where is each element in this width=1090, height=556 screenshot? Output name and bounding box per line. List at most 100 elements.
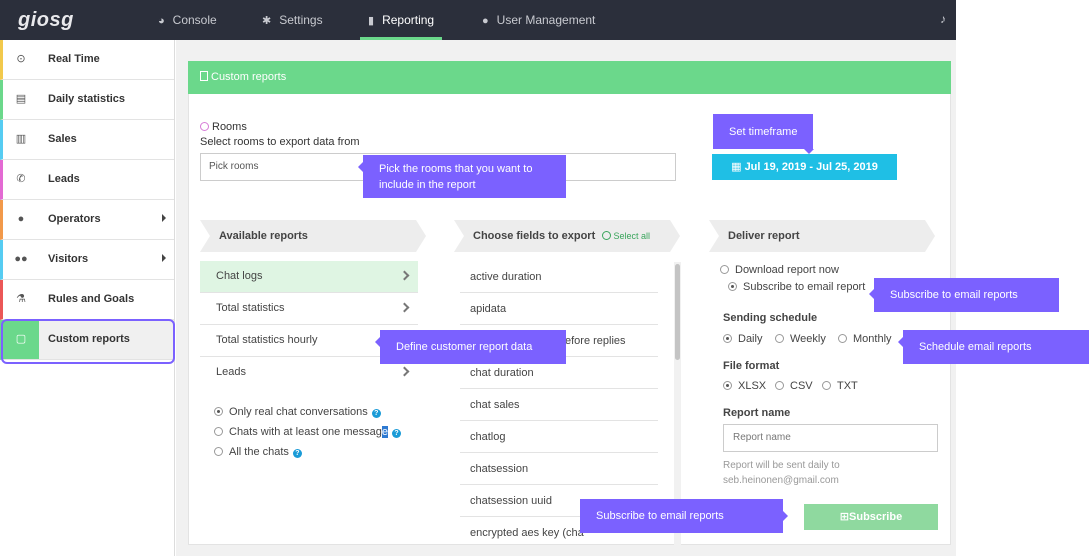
field-item[interactable]: chatsession: [460, 453, 658, 485]
select-all-label: Select all: [613, 231, 650, 241]
download-now-option[interactable]: Download report now: [720, 264, 839, 276]
schedule-weekly-label: Weekly: [790, 333, 826, 345]
report-name-label: Report name: [723, 407, 791, 419]
sidebar-item-rules-and-goals[interactable]: ⚗ Rules and Goals: [0, 280, 174, 320]
chevron-right-icon: [399, 270, 410, 281]
sidebar-item-label: Sales: [48, 133, 77, 145]
field-item[interactable]: active duration: [460, 261, 658, 293]
check-circle-icon: [602, 231, 612, 240]
subscribe-button-label: Subscribe: [849, 511, 903, 523]
sidebar-item-label: Custom reports: [48, 333, 130, 345]
fields-scrollbar-thumb[interactable]: [675, 264, 680, 360]
sidebar-item-label: Leads: [48, 173, 80, 185]
dashboard-icon: ◕: [158, 15, 165, 27]
sidebar-item-daily-statistics[interactable]: ▤ Daily statistics: [0, 80, 174, 120]
nav-user-management[interactable]: ● User Management: [482, 0, 595, 40]
caret-right-icon: [162, 254, 166, 262]
sidebar-item-custom-reports[interactable]: ▢ Custom reports: [0, 320, 174, 360]
bar-chart-icon: ▮: [368, 15, 375, 27]
tooltip-text: Subscribe to email reports: [890, 289, 1018, 301]
bell-icon[interactable]: ♪: [940, 12, 952, 26]
schedule-monthly[interactable]: Monthly: [838, 333, 892, 345]
subscribe-button[interactable]: ⊞Subscribe: [804, 504, 938, 530]
tooltip-define-report-data: Define customer report data: [380, 330, 566, 364]
delivery-note: Report will be sent daily to seb.heinone…: [723, 458, 873, 488]
tooltip-arrow: [898, 337, 903, 347]
help-icon[interactable]: ?: [391, 429, 401, 438]
timeframe-button[interactable]: ▦ Jul 19, 2019 - Jul 25, 2019: [712, 154, 897, 180]
giosg-logo[interactable]: giosg: [18, 9, 74, 32]
gear-icon: ✱: [262, 15, 272, 27]
help-icon[interactable]: ?: [371, 409, 381, 418]
choose-fields-title: Choose fields to export: [473, 230, 596, 242]
filter-only-real-chats[interactable]: Only real chat conversations?: [214, 406, 381, 418]
user-icon: ●: [482, 15, 489, 27]
radio-button[interactable]: [723, 381, 732, 390]
bar-chart-icon: ▥: [15, 133, 27, 145]
rooms-label: Rooms: [200, 121, 247, 133]
clock-icon: ⊙: [16, 53, 26, 65]
sidebar-item-leads[interactable]: ✆ Leads: [0, 160, 174, 200]
filter-at-least-one-message[interactable]: Chats with at least one message?: [214, 426, 401, 438]
sidebar-item-operators[interactable]: ● Operators: [0, 200, 174, 240]
user-icon: ●: [17, 213, 25, 225]
sidebar-item-sales[interactable]: ▥ Sales: [0, 120, 174, 160]
selected-text: e: [381, 426, 388, 438]
format-csv[interactable]: CSV: [775, 380, 813, 392]
radio-button[interactable]: [214, 407, 223, 416]
radio-button[interactable]: [723, 334, 732, 343]
card-header: Custom reports: [188, 61, 951, 94]
download-now-label: Download report now: [735, 264, 839, 276]
rooms-icon: [200, 122, 209, 131]
select-all-button[interactable]: Select all: [602, 220, 650, 252]
report-item-chat-logs[interactable]: Chat logs: [200, 261, 418, 293]
field-item[interactable]: apidata: [460, 293, 658, 325]
tooltip-text: include in the report: [379, 178, 476, 191]
radio-button[interactable]: [720, 265, 729, 274]
document-icon: [200, 71, 208, 81]
sidebar-item-real-time[interactable]: ⊙ Real Time: [0, 40, 174, 80]
calendar-icon: ▤: [15, 93, 27, 105]
radio-button[interactable]: [775, 334, 784, 343]
format-xlsx[interactable]: XLSX: [723, 380, 766, 392]
format-txt[interactable]: TXT: [822, 380, 858, 392]
file-format-label: File format: [723, 360, 780, 372]
tooltip-text: Schedule email reports: [919, 341, 1032, 353]
deliver-report-title: Deliver report: [728, 230, 800, 242]
report-item-label: Chat logs: [216, 270, 263, 282]
schedule-daily[interactable]: Daily: [723, 333, 762, 345]
radio-button[interactable]: [214, 427, 223, 436]
field-item[interactable]: chat sales: [460, 389, 658, 421]
radio-button[interactable]: [775, 381, 784, 390]
delivery-note-line: Report will be sent daily to: [723, 460, 840, 471]
field-item[interactable]: chatlog: [460, 421, 658, 453]
tooltip-set-timeframe: Set timeframe: [713, 114, 814, 149]
card-title: Custom reports: [211, 71, 287, 83]
tooltip-arrow: [375, 337, 380, 347]
sidebar-item-label: Operators: [48, 213, 101, 225]
subscribe-email-option[interactable]: Subscribe to email report: [728, 281, 865, 293]
nav-reporting[interactable]: ▮ Reporting: [359, 0, 443, 40]
tooltip-subscribe-bottom: Subscribe to email reports: [580, 499, 783, 533]
nav-console[interactable]: ◕ Console: [158, 0, 217, 40]
radio-button[interactable]: [728, 282, 737, 291]
report-name-input[interactable]: Report name: [723, 424, 938, 452]
report-item-total-statistics[interactable]: Total statistics: [200, 293, 418, 325]
top-navigation-bar: giosg ◕ Console ✱ Settings ▮ Reporting ● Use…: [0, 0, 956, 40]
help-icon[interactable]: ?: [292, 449, 302, 458]
nav-settings[interactable]: ✱ Settings: [262, 0, 323, 40]
radio-button[interactable]: [822, 381, 831, 390]
report-item-label: Leads: [216, 366, 246, 378]
timeframe-label: Jul 19, 2019 - Jul 25, 2019: [744, 161, 878, 173]
rooms-subtitle: Select rooms to export data from: [200, 136, 360, 148]
sidebar-item-visitors[interactable]: ●● Visitors: [0, 240, 174, 280]
schedule-weekly[interactable]: Weekly: [775, 333, 826, 345]
radio-button[interactable]: [838, 334, 847, 343]
filter-all-chats[interactable]: All the chats?: [214, 446, 302, 458]
deliver-report-header: Deliver report: [709, 220, 935, 252]
nav-settings-label: Settings: [279, 13, 323, 27]
choose-fields-header: Choose fields to export Select all: [454, 220, 680, 252]
format-xlsx-label: XLSX: [738, 380, 767, 392]
tooltip-text: Pick the rooms that you want to: [379, 162, 533, 175]
radio-button[interactable]: [214, 447, 223, 456]
